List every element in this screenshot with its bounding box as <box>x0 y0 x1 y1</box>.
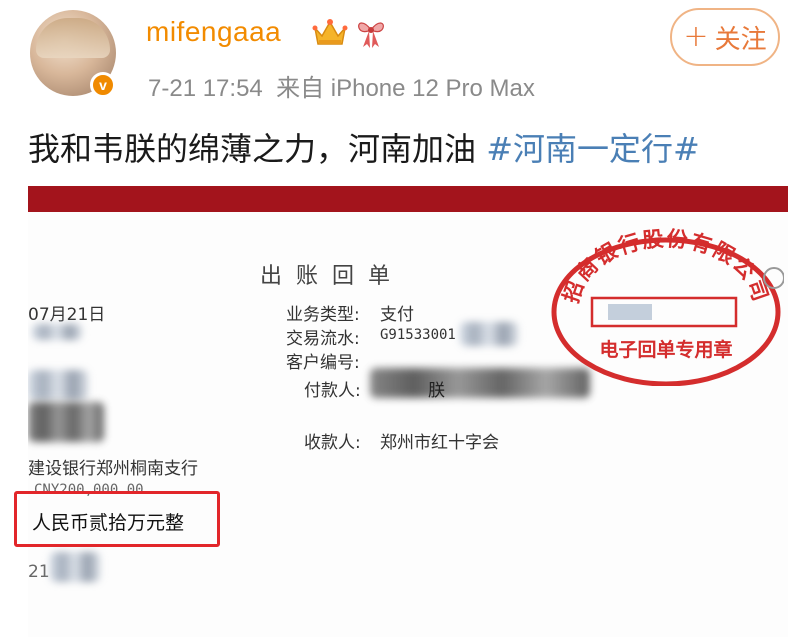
payer-visible: 朕 <box>428 381 445 401</box>
partial-number: 21 <box>28 562 50 582</box>
payee-label: 收款人: <box>304 433 361 453</box>
redacted-field <box>50 552 100 582</box>
redacted-field <box>460 322 518 346</box>
verified-badge-icon: v <box>90 72 116 98</box>
stamp-bottom-text: 电子回单专用章 <box>599 338 732 361</box>
ribbon-icon <box>358 22 384 48</box>
receipt-header-bar <box>28 186 788 212</box>
redacted-account <box>28 402 104 442</box>
receipt-image[interactable]: 出账回单 07月21日 业务类型: 支付 交易流水: G91533001 客户编… <box>28 186 788 637</box>
hashtag-link[interactable]: #河南一定行# <box>486 130 700 168</box>
bank-stamp: 招商银行股份有限公司 电子回单专用章 <box>551 227 784 386</box>
business-type-label: 业务类型: <box>286 305 360 325</box>
avatar-image <box>36 18 110 58</box>
username-link[interactable]: mifengaaa <box>146 16 281 48</box>
serial-value: G91533001 <box>380 327 456 343</box>
post-meta: 7-21 17:54 来自 iPhone 12 Pro Max <box>148 68 535 103</box>
receipt-date: 07月21日 <box>28 305 106 325</box>
serial-label: 交易流水: <box>286 329 360 349</box>
redacted-field <box>32 324 82 340</box>
receipt-title: 出账回单 <box>260 264 405 289</box>
follow-label: 关注 <box>714 24 767 55</box>
post-text: 我和韦朕的绵薄之力，河南加油 #河南一定行# <box>28 124 700 170</box>
avatar[interactable]: v <box>30 10 116 98</box>
client-no-label: 客户编号: <box>286 353 360 373</box>
payer-label: 付款人: <box>304 381 361 401</box>
redacted-field <box>28 370 88 400</box>
crown-icon <box>312 19 348 45</box>
payee-value: 郑州市红十字会 <box>380 433 499 453</box>
business-type-value: 支付 <box>380 305 414 325</box>
follow-button[interactable]: + 关注 <box>670 8 780 66</box>
post-time: 7-21 17:54 <box>148 75 263 102</box>
bank-name: 建设银行郑州桐南支行 <box>28 459 198 479</box>
highlight-box <box>14 491 220 547</box>
redacted-stamp-field <box>608 304 652 320</box>
post-source: 来自 iPhone 12 Pro Max <box>276 75 535 102</box>
plus-icon: + <box>683 19 709 54</box>
post-body: 我和韦朕的绵薄之力，河南加油 <box>28 130 487 168</box>
